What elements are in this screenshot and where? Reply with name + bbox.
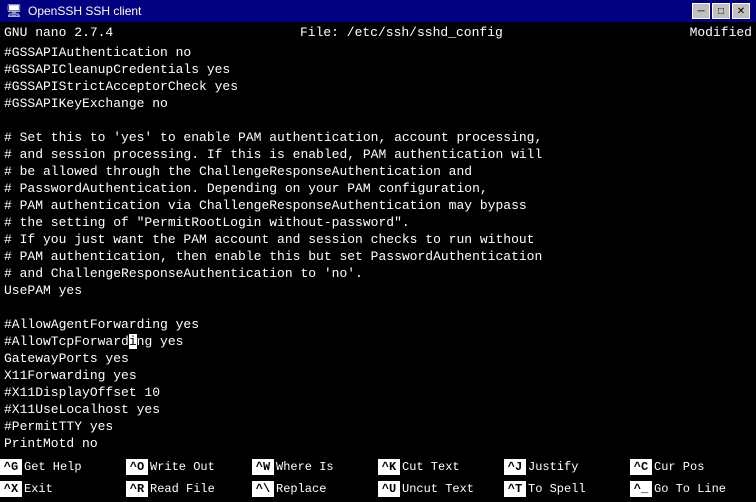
nano-header: GNU nano 2.7.4 File: /etc/ssh/sshd_confi…: [0, 22, 756, 42]
shortcut-bar: ^GGet Help^OWrite Out^WWhere Is^KCut Tex…: [0, 456, 756, 500]
shortcut-item[interactable]: ^KCut Text: [378, 456, 504, 478]
shortcut-item[interactable]: ^TTo Spell: [504, 478, 630, 500]
nano-version: GNU nano 2.7.4: [4, 25, 113, 40]
shortcut-item[interactable]: ^_Go To Line: [630, 478, 756, 500]
shortcut-label: Cur Pos: [654, 460, 704, 474]
title-bar-left: 🖥 OpenSSH SSH client: [6, 3, 141, 19]
file-path: File: /etc/ssh/sshd_config: [300, 25, 503, 40]
shortcut-key: ^W: [252, 459, 274, 475]
shortcut-key: ^\: [252, 481, 274, 497]
close-button[interactable]: ✕: [732, 3, 750, 19]
shortcut-label: Go To Line: [654, 482, 726, 496]
shortcut-key: ^J: [504, 459, 526, 475]
shortcut-item[interactable]: ^CCur Pos: [630, 456, 756, 478]
maximize-button[interactable]: □: [712, 3, 730, 19]
shortcut-label: Exit: [24, 482, 53, 496]
shortcut-item[interactable]: ^WWhere Is: [252, 456, 378, 478]
shortcut-key: ^R: [126, 481, 148, 497]
shortcut-row-1: ^GGet Help^OWrite Out^WWhere Is^KCut Tex…: [0, 456, 756, 478]
shortcut-label: Where Is: [276, 460, 334, 474]
window-controls: ─ □ ✕: [692, 3, 750, 19]
shortcut-label: Justify: [528, 460, 578, 474]
shortcut-key: ^_: [630, 481, 652, 497]
shortcut-item[interactable]: ^OWrite Out: [126, 456, 252, 478]
shortcut-item[interactable]: ^JJustify: [504, 456, 630, 478]
shortcut-row-2: ^XExit^RRead File^\Replace^UUncut Text^T…: [0, 478, 756, 500]
shortcut-key: ^U: [378, 481, 400, 497]
shortcut-key: ^C: [630, 459, 652, 475]
text-cursor: i: [129, 334, 137, 349]
shortcut-label: Cut Text: [402, 460, 460, 474]
shortcut-label: Get Help: [24, 460, 82, 474]
shortcut-label: To Spell: [528, 482, 586, 496]
shortcut-item[interactable]: ^UUncut Text: [378, 478, 504, 500]
modified-status: Modified: [690, 25, 752, 40]
shortcut-key: ^K: [378, 459, 400, 475]
app-icon: 🖥: [6, 3, 22, 19]
shortcut-label: Uncut Text: [402, 482, 474, 496]
shortcut-key: ^T: [504, 481, 526, 497]
minimize-button[interactable]: ─: [692, 3, 710, 19]
shortcut-label: Replace: [276, 482, 326, 496]
window-title: OpenSSH SSH client: [28, 4, 141, 18]
shortcut-key: ^X: [0, 481, 22, 497]
title-bar: 🖥 OpenSSH SSH client ─ □ ✕: [0, 0, 756, 22]
shortcut-item[interactable]: ^\Replace: [252, 478, 378, 500]
shortcut-item[interactable]: ^RRead File: [126, 478, 252, 500]
editor-area[interactable]: #GSSAPIAuthentication no #GSSAPICleanupC…: [0, 42, 756, 456]
shortcut-item[interactable]: ^GGet Help: [0, 456, 126, 478]
shortcut-item[interactable]: ^XExit: [0, 478, 126, 500]
shortcut-label: Write Out: [150, 460, 215, 474]
shortcut-key: ^O: [126, 459, 148, 475]
shortcut-label: Read File: [150, 482, 215, 496]
shortcut-key: ^G: [0, 459, 22, 475]
